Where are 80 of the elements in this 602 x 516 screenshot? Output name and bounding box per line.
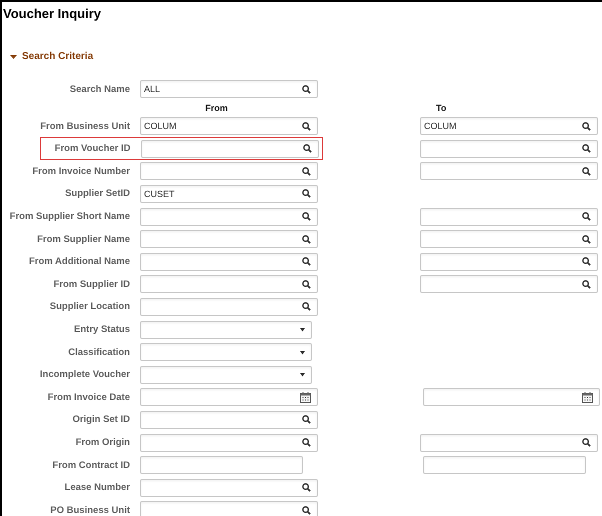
field-label: Origin Set ID <box>72 414 131 426</box>
caret-icon <box>300 350 305 355</box>
lookup-field[interactable] <box>420 162 598 180</box>
lookup-field[interactable] <box>140 501 318 516</box>
caret-icon <box>300 327 305 332</box>
field-label: Supplier Location <box>50 301 131 312</box>
field-label: From Origin <box>76 437 131 448</box>
lookup-field[interactable] <box>140 410 318 429</box>
search-icon[interactable] <box>302 280 311 289</box>
calendar-icon[interactable] <box>582 392 593 403</box>
lookup-field[interactable] <box>140 230 318 248</box>
field-label: From Additional Name <box>29 256 131 268</box>
lookup-field[interactable] <box>140 275 318 294</box>
lookup-field[interactable] <box>140 298 318 316</box>
search-icon[interactable] <box>582 212 591 222</box>
column-header: From <box>205 102 228 113</box>
field-label: From Supplier Short Name <box>10 211 131 222</box>
search-icon[interactable] <box>302 234 311 244</box>
search-icon[interactable] <box>302 257 311 266</box>
search-icon[interactable] <box>302 302 311 312</box>
lookup-field[interactable] <box>420 140 598 158</box>
dropdown-field[interactable] <box>140 366 312 384</box>
lookup-field[interactable]: COLUM <box>420 117 598 136</box>
lookup-field[interactable] <box>420 252 598 271</box>
field-label: From Business Unit <box>40 120 131 132</box>
lookup-field[interactable] <box>140 162 318 180</box>
dropdown-field[interactable] <box>140 320 312 339</box>
field-label: Entry Status <box>74 324 131 336</box>
lookup-field[interactable] <box>140 252 318 271</box>
section-header[interactable]: Search Criteria <box>10 51 602 62</box>
field-label: From Supplier ID <box>53 278 131 290</box>
search-icon[interactable] <box>302 189 311 198</box>
search-icon[interactable] <box>302 84 311 94</box>
search-icon[interactable] <box>302 144 312 154</box>
search-icon[interactable] <box>302 483 311 492</box>
page-title: Voucher Inquiry <box>2 5 101 21</box>
input-field[interactable] <box>423 456 586 474</box>
field-label: From Voucher ID <box>54 143 132 154</box>
field-label: Lease Number <box>64 482 131 494</box>
search-icon[interactable] <box>302 415 311 424</box>
search-icon[interactable] <box>582 234 591 244</box>
search-icon[interactable] <box>582 122 591 131</box>
search-icon[interactable] <box>302 438 311 447</box>
lookup-field[interactable] <box>420 275 598 294</box>
search-icon[interactable] <box>302 212 311 222</box>
field-label: Search Name <box>70 84 131 94</box>
field-label: From Invoice Date <box>48 392 131 403</box>
lookup-field[interactable]: COLUM <box>140 117 318 136</box>
field-label: From Contract ID <box>52 460 131 471</box>
search-icon[interactable] <box>302 506 311 515</box>
lookup-field[interactable] <box>420 434 598 452</box>
search-icon[interactable] <box>582 438 591 447</box>
search-icon[interactable] <box>582 144 591 154</box>
lookup-field[interactable] <box>420 230 598 248</box>
caret-icon <box>300 372 305 378</box>
date-field[interactable] <box>140 388 318 406</box>
lookup-field[interactable] <box>140 478 318 497</box>
search-icon[interactable] <box>302 122 311 131</box>
search-icon[interactable] <box>302 166 311 176</box>
expanded-icon <box>10 54 17 60</box>
search-icon[interactable] <box>582 166 591 176</box>
field-label: PO Business Unit <box>50 504 131 516</box>
search-icon[interactable] <box>582 280 591 289</box>
lookup-field[interactable] <box>140 140 318 158</box>
calendar-icon[interactable] <box>300 392 311 403</box>
input-field[interactable] <box>140 456 303 474</box>
date-field[interactable] <box>423 388 600 406</box>
field-label: From Invoice Number <box>32 166 131 177</box>
lookup-field[interactable]: ALL <box>140 80 318 98</box>
column-header: To <box>436 102 446 113</box>
field-label: Classification <box>68 346 131 358</box>
lookup-field[interactable]: CUSET <box>140 184 318 203</box>
dropdown-field[interactable] <box>140 343 312 362</box>
field-label: Incomplete Voucher <box>40 369 131 380</box>
lookup-field[interactable] <box>140 208 318 226</box>
lookup-field[interactable] <box>140 434 318 452</box>
field-label: Supplier SetID <box>65 188 131 200</box>
search-icon[interactable] <box>582 257 591 266</box>
field-label: From Supplier Name <box>37 234 131 245</box>
lookup-field[interactable] <box>420 208 598 226</box>
